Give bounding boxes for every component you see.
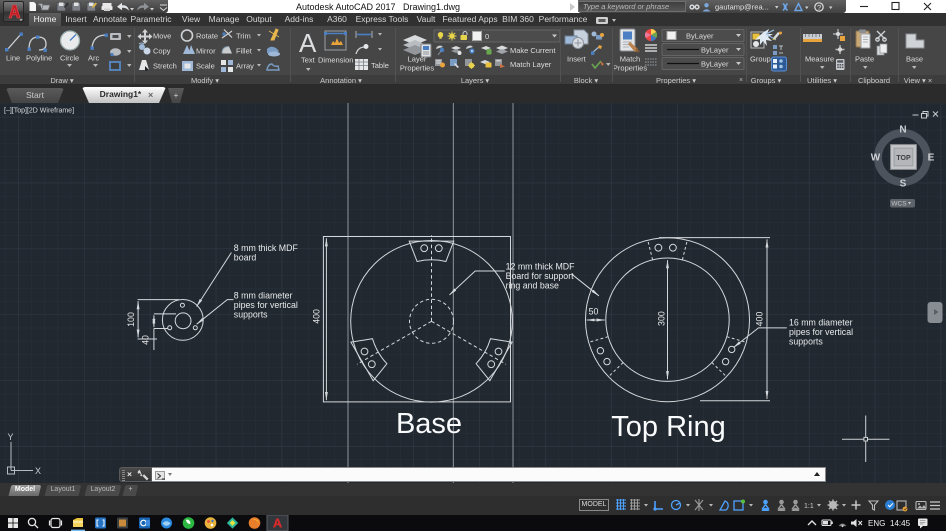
svg-text:Line: Line <box>6 54 20 63</box>
svg-text:supports: supports <box>234 310 268 320</box>
svg-text:supports: supports <box>789 337 823 347</box>
svg-text:A: A <box>299 28 317 58</box>
svg-text:Copy: Copy <box>153 47 171 56</box>
svg-text:8 mm diameter: 8 mm diameter <box>234 291 293 301</box>
svg-text:Make Current: Make Current <box>510 46 556 55</box>
svg-text:ring and base: ring and base <box>506 281 559 291</box>
svg-text:ByLayer: ByLayer <box>686 32 714 41</box>
svg-text:Properties: Properties <box>400 64 434 73</box>
svg-text:W: W <box>871 153 881 164</box>
svg-text:S: S <box>900 179 907 190</box>
svg-text:400: 400 <box>312 309 322 324</box>
svg-text:14:45: 14:45 <box>890 519 911 528</box>
svg-text:Stretch: Stretch <box>153 62 177 71</box>
svg-text:Board for support: Board for support <box>506 271 575 281</box>
svg-text:40: 40 <box>141 335 151 345</box>
svg-text:Paste: Paste <box>855 55 874 64</box>
svg-text:TOP: TOP <box>896 155 911 162</box>
svg-text:Measure: Measure <box>805 55 834 64</box>
svg-text:gautamp@rea...: gautamp@rea... <box>715 3 769 12</box>
svg-text:Match Layer: Match Layer <box>510 60 552 69</box>
svg-text:E: E <box>928 153 935 164</box>
svg-text:Group: Group <box>750 55 771 64</box>
svg-text:Match: Match <box>620 55 640 64</box>
svg-text:Base: Base <box>906 55 923 64</box>
svg-text:Y: Y <box>8 432 14 442</box>
svg-text:ByLayer: ByLayer <box>701 60 729 69</box>
svg-text:Insert: Insert <box>567 55 587 64</box>
svg-text:Move: Move <box>153 32 171 41</box>
svg-text:300: 300 <box>657 311 667 326</box>
svg-text:Properties: Properties <box>614 64 647 73</box>
svg-text:Mirror: Mirror <box>196 47 216 56</box>
svg-text:N: N <box>899 125 906 136</box>
svg-text:50: 50 <box>589 307 599 317</box>
svg-text:board: board <box>234 253 257 263</box>
svg-text:8 mm thick MDF: 8 mm thick MDF <box>234 243 299 253</box>
svg-text:12 mm thick MDF: 12 mm thick MDF <box>506 262 576 272</box>
svg-text:Trim: Trim <box>236 32 251 41</box>
svg-text:0: 0 <box>485 32 489 41</box>
svg-text:Arc: Arc <box>88 54 100 63</box>
svg-text:ENG: ENG <box>868 519 885 528</box>
svg-text:Base: Base <box>396 408 462 440</box>
svg-text:?: ? <box>817 3 821 12</box>
svg-text:Table: Table <box>371 61 389 70</box>
svg-text:Scale: Scale <box>196 62 215 71</box>
svg-text:Text: Text <box>301 56 316 65</box>
svg-text:Array: Array <box>236 62 254 71</box>
svg-text:Fillet: Fillet <box>236 47 253 56</box>
svg-text:16 mm diameter: 16 mm diameter <box>789 318 853 328</box>
svg-text:Circle: Circle <box>60 54 79 63</box>
svg-text:X: X <box>35 466 41 476</box>
svg-text:1:1: 1:1 <box>804 503 814 510</box>
svg-text:pipes for vertical: pipes for vertical <box>234 300 298 310</box>
svg-text:ByLayer: ByLayer <box>701 46 729 55</box>
svg-text:400: 400 <box>755 312 765 327</box>
svg-text:pipes for vertical: pipes for vertical <box>789 327 853 337</box>
svg-text:Polyline: Polyline <box>26 54 52 63</box>
svg-text:[–][Top][2D Wireframe]: [–][Top][2D Wireframe] <box>4 108 74 115</box>
svg-text:WCS: WCS <box>891 201 907 208</box>
svg-text:Dimension: Dimension <box>318 56 353 65</box>
svg-text:Rotate: Rotate <box>196 32 218 41</box>
svg-text:Top Ring: Top Ring <box>611 411 725 443</box>
svg-text:100: 100 <box>126 312 136 327</box>
svg-text:Layer: Layer <box>408 55 427 64</box>
